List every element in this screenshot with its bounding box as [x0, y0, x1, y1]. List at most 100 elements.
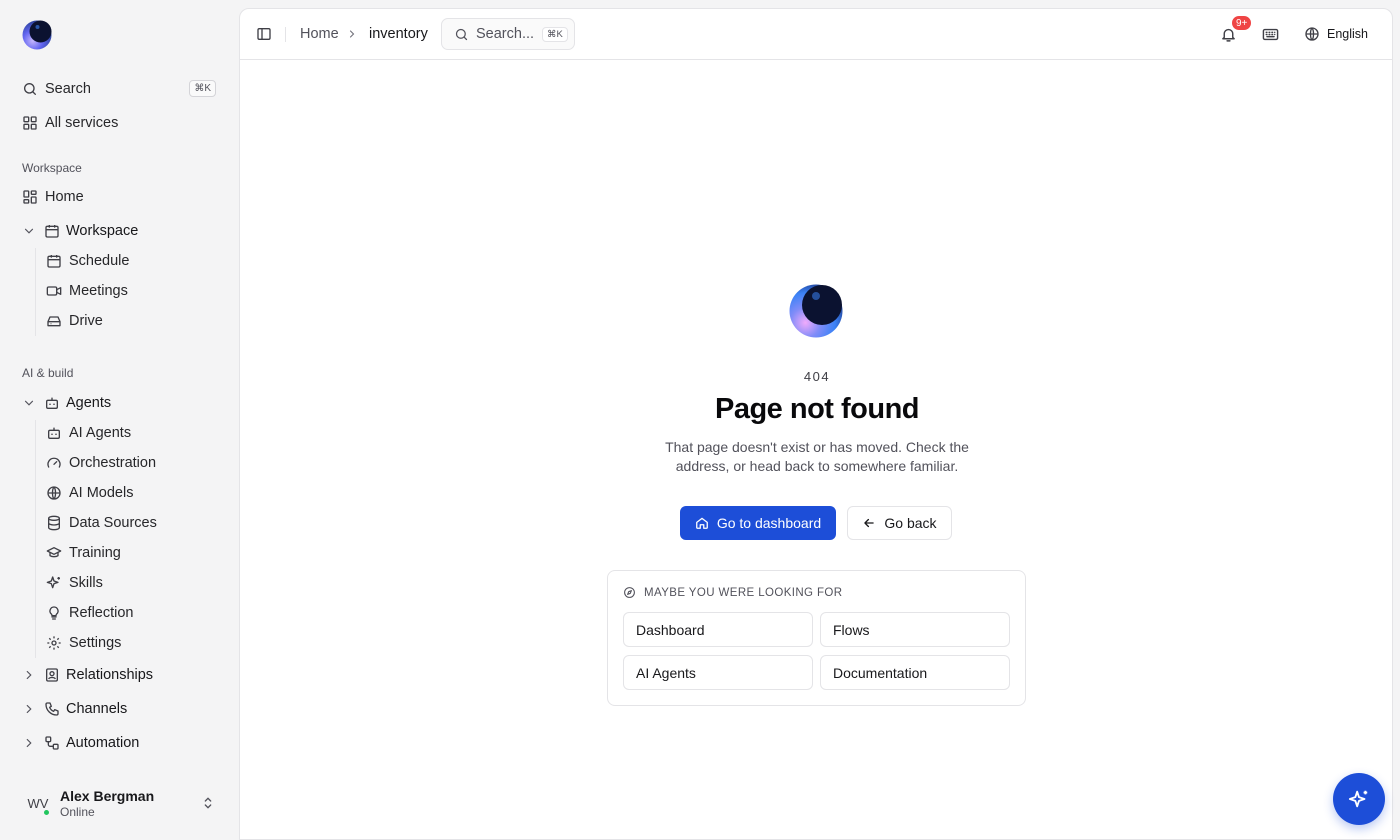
- calendar-icon: [45, 225, 59, 238]
- video-icon: [46, 286, 62, 296]
- suggestions-heading-label: MAYBE YOU WERE LOOKING FOR: [644, 586, 843, 599]
- sidebar-item-data-sources[interactable]: Data Sources: [35, 508, 225, 538]
- ai-assistant-button[interactable]: [1333, 773, 1385, 825]
- sidebar-group-label: Agents: [66, 395, 112, 411]
- sidebar-item-training[interactable]: Training: [35, 538, 225, 568]
- sidebar-item-drive[interactable]: Drive: [35, 306, 225, 336]
- section-label-ai-build: AI & build: [22, 366, 74, 380]
- bot-icon: [48, 427, 60, 439]
- suggestions-card: MAYBE YOU WERE LOOKING FOR Dashboard Flo…: [607, 570, 1026, 706]
- sidebar-item-label: Skills: [69, 575, 103, 591]
- sidebar-item-label: Meetings: [69, 283, 128, 299]
- user-status: Online: [60, 804, 95, 819]
- sidebar-item-label: Data Sources: [69, 515, 157, 531]
- topbar: Home inventory Search... ⌘K 9+ English: [240, 9, 1392, 60]
- sidebar: Search ⌘K All services Workspace Home Wo…: [0, 0, 238, 840]
- main-content: Home inventory Search... ⌘K 9+ English 4…: [239, 8, 1393, 840]
- app-logo: [789, 284, 843, 338]
- search-icon: [24, 83, 36, 95]
- search-input[interactable]: Search... ⌘K: [441, 18, 575, 50]
- search-placeholder: Search...: [476, 26, 535, 42]
- sidebar-item-all-services[interactable]: All services: [12, 108, 226, 138]
- gear-icon: [47, 636, 61, 650]
- suggestion-link[interactable]: Dashboard: [623, 612, 813, 647]
- sidebar-item-home[interactable]: Home: [12, 182, 226, 212]
- sidebar-search-shortcut: ⌘K: [189, 80, 216, 97]
- sidebar-item-label: Schedule: [69, 253, 130, 269]
- divider: [285, 27, 286, 42]
- sidebar-group-agents[interactable]: Agents: [12, 388, 226, 418]
- page-title: Page not found: [714, 393, 920, 425]
- user-menu[interactable]: WV Alex Bergman Online: [14, 782, 226, 824]
- suggestion-link[interactable]: AI Agents: [623, 655, 813, 690]
- grid-icon: [23, 116, 37, 130]
- sparkles-icon: [46, 576, 60, 589]
- language-label: English: [1327, 27, 1368, 41]
- suggestions-heading: MAYBE YOU WERE LOOKING FOR: [623, 586, 842, 599]
- sidebar-item-meetings[interactable]: Meetings: [35, 276, 225, 306]
- sidebar-item-settings[interactable]: Settings: [35, 628, 225, 658]
- breadcrumb-current: inventory: [369, 26, 428, 42]
- sidebar-item-ai-agents[interactable]: AI Agents: [35, 418, 225, 448]
- phone-icon: [45, 702, 59, 716]
- button-label: Go back: [884, 515, 937, 531]
- dashboard-icon: [23, 190, 37, 204]
- suggestion-link[interactable]: Flows: [820, 612, 1010, 647]
- sidebar-item-label: Training: [69, 545, 121, 561]
- sidebar-item-label: Orchestration: [69, 455, 157, 471]
- avatar: WV: [24, 789, 52, 817]
- sidebar-item-label: Settings: [69, 635, 122, 651]
- sidebar-search[interactable]: Search ⌘K: [12, 74, 226, 104]
- sidebar-group-workspace[interactable]: Workspace: [12, 216, 226, 246]
- workflow-icon: [45, 736, 59, 750]
- sidebar-item-label: AI Models: [69, 485, 134, 501]
- drive-icon: [47, 316, 61, 327]
- language-selector[interactable]: English: [1304, 23, 1368, 45]
- sidebar-item-reflection[interactable]: Reflection: [35, 598, 225, 628]
- error-description: That page doesn't exist or has moved. Ch…: [665, 439, 969, 474]
- user-name: Alex Bergman: [60, 787, 155, 804]
- sidebar-group-label: Workspace: [66, 223, 139, 239]
- bot-icon: [46, 397, 58, 409]
- chevron-right-icon: [26, 704, 32, 714]
- sidebar-item-skills[interactable]: Skills: [35, 568, 225, 598]
- keyboard-icon[interactable]: [1262, 26, 1279, 43]
- sidebar-item-label: Drive: [69, 313, 103, 329]
- breadcrumb-home[interactable]: Home: [300, 26, 339, 42]
- contacts-icon: [46, 668, 58, 682]
- search-shortcut: ⌘K: [542, 26, 568, 42]
- chevron-down-icon: [24, 400, 34, 406]
- go-to-dashboard-button[interactable]: Go to dashboard: [680, 506, 836, 540]
- sparkles-icon: [1348, 790, 1368, 808]
- sidebar-item-label: AI Agents: [69, 425, 132, 441]
- chevron-right-icon: [26, 738, 32, 748]
- notification-badge: 9+: [1230, 14, 1254, 32]
- calendar-icon: [47, 255, 61, 268]
- sidebar-item-orchestration[interactable]: Orchestration: [35, 448, 225, 478]
- sidebar-search-label: Search: [45, 81, 91, 97]
- scrollbar[interactable]: [1384, 61, 1392, 840]
- sidebar-item-ai-models[interactable]: AI Models: [35, 478, 225, 508]
- sidebar-toggle-icon[interactable]: [256, 26, 272, 42]
- sidebar-group-channels[interactable]: Channels: [12, 694, 226, 724]
- chevron-right-icon: [26, 670, 32, 680]
- section-label-workspace: Workspace: [22, 161, 82, 175]
- app-logo[interactable]: [22, 20, 52, 50]
- sidebar-group-label: Channels: [66, 701, 128, 717]
- globe-icon: [47, 486, 61, 500]
- sidebar-item-schedule[interactable]: Schedule: [35, 246, 225, 276]
- sidebar-group-automation[interactable]: Automation: [12, 728, 226, 758]
- suggestion-link[interactable]: Documentation: [820, 655, 1010, 690]
- globe-icon: [1305, 27, 1319, 41]
- error-code: 404: [803, 369, 831, 384]
- database-icon: [48, 515, 60, 531]
- go-back-button[interactable]: Go back: [847, 506, 952, 540]
- sidebar-group-label: Automation: [66, 735, 140, 751]
- sidebar-item-label: Reflection: [69, 605, 134, 621]
- sidebar-item-label: Home: [45, 189, 84, 205]
- chevrons-up-down-icon: [204, 797, 212, 809]
- compass-icon: [624, 587, 635, 598]
- sidebar-group-relationships[interactable]: Relationships: [12, 660, 226, 690]
- sidebar-group-label: Relationships: [66, 667, 154, 683]
- chevron-down-icon: [24, 228, 34, 234]
